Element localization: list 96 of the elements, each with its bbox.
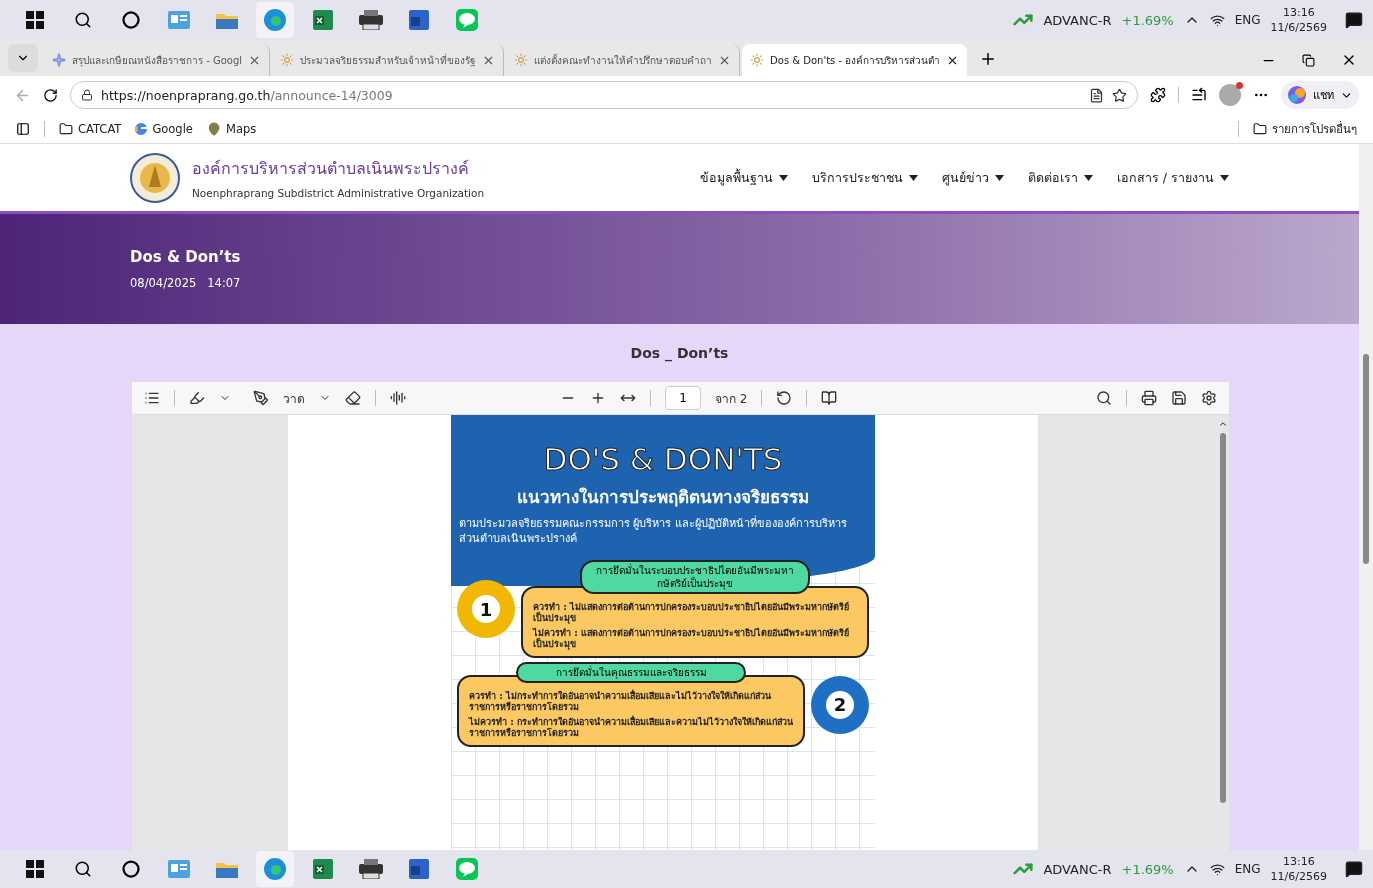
seal-icon [280, 53, 295, 67]
search-icon[interactable] [74, 860, 92, 878]
poster-subtitle: แนวทางในการประพฤติตนทางจริยธรรม [517, 486, 809, 509]
bookmark-link[interactable]: Google [135, 121, 193, 136]
browser-icon[interactable] [264, 858, 286, 880]
extensions-icon[interactable] [1150, 87, 1166, 103]
stock-ticker: ADVANC-R [1043, 12, 1112, 28]
page-total: จาก 2 [715, 390, 748, 408]
search-icon[interactable] [1096, 390, 1112, 406]
nav-menu-item[interactable]: บริการประชาชน [811, 167, 918, 188]
map-pin-icon [206, 121, 221, 136]
page-number-field[interactable]: 1 [665, 386, 701, 410]
copilot-icon [1287, 85, 1307, 105]
notification-icon[interactable] [1345, 860, 1363, 878]
seal-logo [130, 152, 180, 203]
nav-menu-item[interactable]: ข้อมูลพื้นฐาน [699, 167, 788, 188]
dont-text: ไม่ควรทำ : แสดงการต่อต้านการปกครองระบอบประชาธิปไตยอันมีพระมหากษัตริย์เป็นประมุข [533, 628, 850, 650]
folder-icon[interactable] [216, 11, 238, 29]
org-name[interactable]: องค์การบริหารส่วนตำบลเนินพระปรางค์ [192, 156, 485, 181]
caret-icon [908, 174, 918, 181]
post-title: Dos & Don’ts [130, 248, 242, 266]
restore-icon[interactable] [1302, 53, 1315, 67]
notification-icon[interactable] [1345, 11, 1363, 29]
spreadsheet-icon[interactable] [313, 859, 333, 879]
stock-change: +1.69% [1121, 12, 1174, 28]
stock-ticker: ADVANC-R [1043, 861, 1112, 877]
page-view-icon[interactable] [821, 390, 838, 406]
spreadsheet-icon[interactable] [313, 10, 333, 30]
draw-label[interactable]: วาด [283, 388, 305, 408]
contents-icon[interactable] [144, 390, 160, 406]
circle-icon[interactable] [122, 11, 140, 29]
favorites-icon[interactable] [1191, 87, 1207, 103]
scanner-icon[interactable] [359, 10, 383, 30]
folder-icon [1253, 121, 1267, 136]
org-name-english: Noenphraprang Subdistrict Administrative Organization [192, 187, 485, 199]
caret-icon [778, 174, 788, 181]
reload-icon[interactable] [43, 87, 58, 103]
clock[interactable]: 13:16 11/6/2569 [1270, 5, 1327, 35]
document-title: Dos _ Don’ts [630, 345, 729, 361]
lock-icon [81, 89, 93, 101]
clock[interactable]: 13:16 11/6/2569 [1270, 854, 1327, 884]
draw-icon[interactable] [253, 390, 269, 406]
section-title: การยึดมั่นในคุณธรรมและจริยธรรม [516, 662, 746, 683]
read-aloud-icon[interactable] [390, 390, 406, 406]
section-title: การยึดมั่นในระบอบประชาธิปไตยอันมีพระมหากษัตริย์เป็นประมุข [580, 560, 810, 594]
stock-change: +1.69% [1121, 861, 1174, 877]
profile-avatar[interactable] [1219, 84, 1241, 106]
language-indicator[interactable]: ENG [1234, 862, 1261, 876]
print-icon[interactable] [1141, 390, 1157, 406]
wifi-icon[interactable] [1209, 12, 1225, 28]
seal-icon [750, 53, 765, 67]
folder-icon [59, 121, 73, 136]
sidebar-icon[interactable] [16, 121, 30, 136]
seal-icon [514, 53, 529, 67]
windows-icon[interactable] [26, 860, 44, 878]
circle-icon[interactable] [122, 860, 140, 878]
chat-button[interactable]: แชท [1281, 81, 1359, 109]
do-text: ควรทำ : ไม่กระทำการใดอันอาจนำความเสื่อมเสียและไม่ไว้วางใจให้เกิดแก่ส่วนราชการหรือราชการโดยรวม [469, 691, 772, 713]
language-indicator[interactable]: ENG [1234, 13, 1261, 27]
eraser-icon[interactable] [345, 390, 361, 406]
highlighter-icon[interactable] [189, 390, 205, 406]
caret-icon [994, 174, 1004, 181]
zoom-in-icon[interactable] [590, 390, 606, 406]
browser-tab[interactable]: Dos & Don'ts - องค์การบริหารส่วนตำ [742, 44, 968, 76]
number-ball: 2 [811, 675, 869, 734]
bookmark-link[interactable]: CATCAT [59, 121, 122, 136]
scanner-icon[interactable] [359, 859, 383, 879]
caret-icon [1083, 174, 1093, 181]
caret-icon [1220, 174, 1229, 181]
search-icon[interactable] [74, 11, 92, 29]
google-icon [135, 122, 148, 135]
rotate-icon[interactable] [776, 390, 793, 406]
folder-icon[interactable] [216, 860, 238, 878]
poster-description: ตามประมวลจริยธรรมคณะกรรมการ ผู้บริหาร และผู้ปฏิบัติหน้าที่ขององค์การบริหารส่วนตำบลเนินพระปรางค์ [459, 516, 848, 546]
dont-text: ไม่ควรทำ : กระทำการใดอันอาจนำความเสื่อมเสียและความไม่ไว้วางใจให้เกิดแก่ส่วนราชการหรือราชการโดยรวม [469, 717, 793, 739]
reader-icon[interactable] [1089, 87, 1104, 103]
scroll-up-icon[interactable] [1218, 419, 1228, 429]
windows-icon[interactable] [26, 11, 44, 29]
bookmark-link[interactable]: Maps [206, 121, 257, 136]
browser-icon[interactable] [264, 9, 286, 31]
do-text: ควรทำ : ไม่แสดงการต่อต้านการปกครองระบอบประชาธิปไตยอันมีพระมหากษัตริย์เป็นประมุข [533, 602, 850, 624]
post-date: 08/04/2025 14:07 [130, 276, 242, 290]
news-app-icon[interactable] [168, 11, 190, 29]
nav-menu-item[interactable]: เอกสาร / รายงาน [1116, 167, 1229, 188]
bookmark-link[interactable]: รายการโปรดอื่นๆ [1253, 119, 1357, 138]
nav-menu-item[interactable]: ศูนย์ข่าว [941, 167, 1004, 188]
star-icon[interactable] [1112, 87, 1127, 103]
wifi-icon[interactable] [1209, 861, 1225, 877]
sparkle-icon [52, 53, 66, 67]
scrollbar[interactable] [1359, 144, 1373, 850]
nav-menu-item[interactable]: ติดต่อเรา [1027, 167, 1093, 188]
news-app-icon[interactable] [168, 860, 190, 878]
number-ball: 1 [457, 580, 515, 638]
save-icon[interactable] [1171, 390, 1187, 406]
poster-heading: DO'S & DON'TS [543, 441, 783, 477]
settings-icon[interactable] [1201, 390, 1217, 406]
